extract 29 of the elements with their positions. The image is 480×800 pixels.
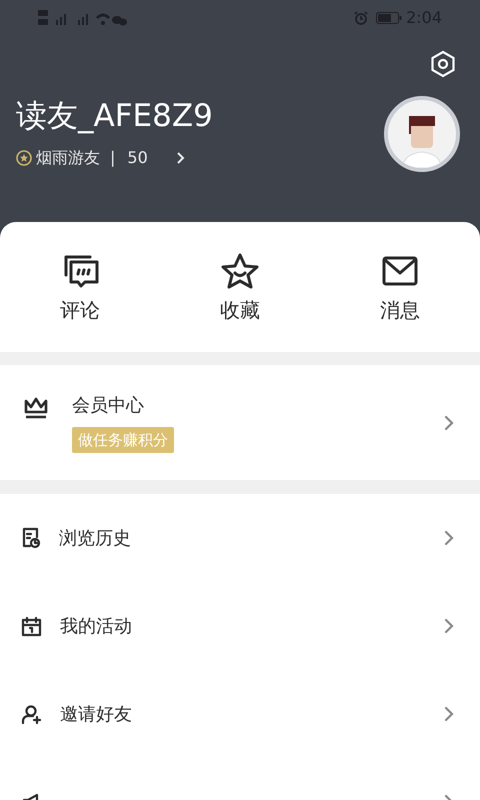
level-name: 烟雨游友 [36, 147, 100, 169]
quick-action-button[interactable]: 评论 [0, 251, 160, 323]
envelope-icon [382, 256, 418, 286]
menu-item[interactable]: 邀请好友 [0, 670, 480, 758]
menu-item[interactable]: 浏览历史 [0, 494, 480, 582]
user-plus-icon [21, 704, 42, 724]
chevron-right-icon [444, 530, 454, 546]
chevron-right-icon [444, 618, 454, 634]
star-icon [220, 252, 260, 290]
quick-action-button[interactable]: 消息 [320, 251, 480, 323]
menu-item[interactable]: 我的活动 [0, 582, 480, 670]
quick-action-button[interactable]: 收藏 [160, 251, 320, 323]
points-task-badge: 做任务赚积分 [72, 426, 174, 454]
document-clock-icon [21, 527, 41, 549]
chevron-right-icon [444, 706, 454, 722]
separator: | [110, 147, 116, 169]
calendar-icon [21, 616, 42, 636]
member-title: 会员中心 [72, 394, 144, 418]
username: 读友_AFE8Z9 [16, 97, 214, 136]
chevron-right-icon [444, 414, 454, 430]
profile-link[interactable] [176, 151, 185, 165]
crown-icon [24, 397, 48, 419]
points-value: 50 [127, 147, 148, 169]
member-center-row[interactable]: 会员中心 做任务赚积分 [0, 365, 480, 480]
chevron-right-icon [176, 151, 185, 165]
settings-icon [430, 50, 456, 78]
settings-button[interactable] [430, 50, 456, 78]
battery-icon [376, 12, 402, 24]
alarm-clock-icon [354, 11, 368, 25]
